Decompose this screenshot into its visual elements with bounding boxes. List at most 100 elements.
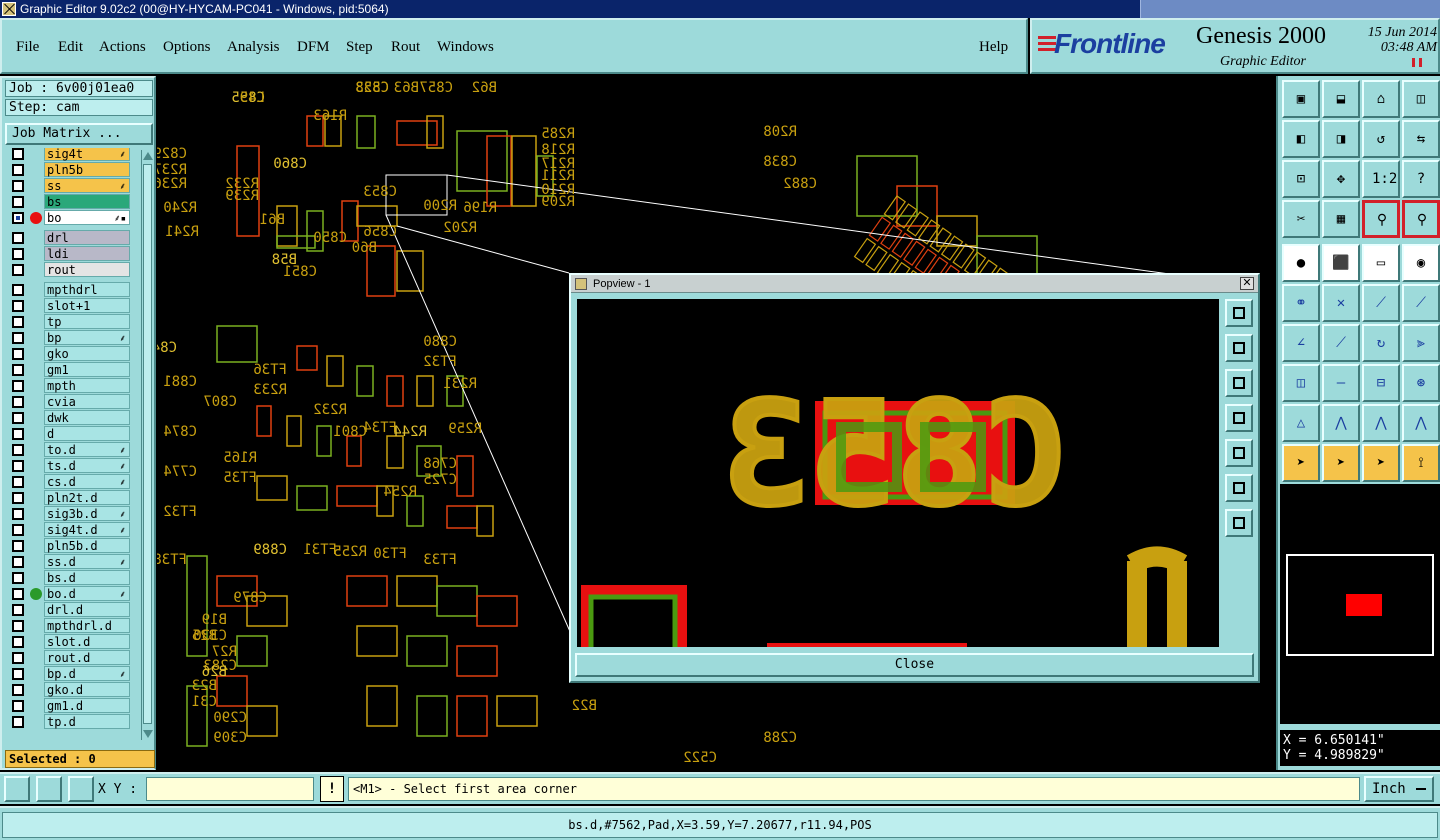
unit-select[interactable]: Inch bbox=[1364, 776, 1434, 802]
menu-file[interactable]: File bbox=[16, 39, 39, 56]
board-silkscreen-label[interactable]: B23 bbox=[192, 678, 217, 694]
board-silkscreen-label[interactable]: R285 bbox=[541, 126, 575, 142]
popview-tool-down[interactable] bbox=[1225, 369, 1253, 397]
layer-name[interactable]: drl.d bbox=[44, 602, 130, 617]
layer-row[interactable]: sig4t ⸙ bbox=[8, 148, 130, 161]
layer-name[interactable]: drl bbox=[44, 230, 130, 245]
pad-round-icon[interactable]: ◉ bbox=[1402, 244, 1440, 282]
popview-tool-right[interactable] bbox=[1225, 439, 1253, 467]
layer-name[interactable]: bs.d bbox=[44, 570, 130, 585]
layer-row[interactable]: cs.d ⸙ bbox=[8, 474, 130, 489]
layer-checkbox[interactable] bbox=[12, 700, 24, 712]
board-silkscreen-label[interactable]: R231 bbox=[443, 376, 477, 392]
layer-checkbox[interactable] bbox=[12, 716, 24, 728]
layer-row[interactable]: ss ⸙ bbox=[8, 178, 130, 193]
board-silkscreen-label[interactable]: C879 bbox=[233, 590, 267, 606]
board-silkscreen-label[interactable]: R259 bbox=[448, 421, 482, 437]
zoom-area-icon[interactable]: ⊡ bbox=[1282, 160, 1320, 198]
layer-row[interactable]: bo ⸙▪ bbox=[8, 210, 130, 225]
layer-name[interactable]: d bbox=[44, 426, 130, 441]
board-silkscreen-label[interactable]: B19 bbox=[202, 612, 227, 628]
scroll-thumb[interactable] bbox=[143, 164, 152, 724]
layer-row[interactable]: gm1 bbox=[8, 362, 130, 377]
layer-checkbox[interactable] bbox=[12, 332, 24, 344]
layer-name[interactable]: dwk bbox=[44, 410, 130, 425]
arc-icon[interactable]: ↻ bbox=[1362, 324, 1400, 362]
layer-name[interactable]: mpthdrl bbox=[44, 282, 130, 297]
board-silkscreen-label[interactable]: R196 bbox=[463, 200, 497, 216]
layer-row[interactable]: ldi bbox=[8, 246, 130, 261]
layer-name[interactable]: sig4t ⸙ bbox=[44, 148, 130, 161]
layer-checkbox[interactable] bbox=[12, 524, 24, 536]
layer-row[interactable]: gm1.d bbox=[8, 698, 130, 713]
traffic-light-icon[interactable]: ⚲ bbox=[1362, 200, 1400, 238]
zoom-home-icon[interactable]: ▣ bbox=[1282, 80, 1320, 118]
board-silkscreen-label[interactable]: C853 bbox=[363, 184, 397, 200]
layer-name[interactable]: mpth bbox=[44, 378, 130, 393]
arch-cross-icon[interactable]: ⋀ bbox=[1402, 404, 1440, 442]
board-silkscreen-label[interactable]: C31 bbox=[192, 694, 217, 710]
layer-checkbox[interactable] bbox=[12, 284, 24, 296]
layer-checkbox[interactable] bbox=[12, 460, 24, 472]
layer-checkbox[interactable] bbox=[12, 492, 24, 504]
layer-row[interactable]: bs.d bbox=[8, 570, 130, 585]
layer-name[interactable]: bo.d ⸙ bbox=[44, 586, 130, 601]
layer-name[interactable]: ldi bbox=[44, 246, 130, 261]
copy-icon[interactable]: ⊛ bbox=[1402, 364, 1440, 402]
board-silkscreen-label[interactable]: R233 bbox=[253, 382, 287, 398]
board-silkscreen-label[interactable]: B61 bbox=[260, 212, 285, 228]
layer-name[interactable]: rout.d bbox=[44, 650, 130, 665]
popview-tool-up[interactable] bbox=[1225, 334, 1253, 362]
layer-name[interactable]: pln5b.d bbox=[44, 538, 130, 553]
layer-checkbox[interactable] bbox=[12, 684, 24, 696]
layer-name[interactable]: sig4t.d ⸙ bbox=[44, 522, 130, 537]
board-silkscreen-label[interactable]: C856 bbox=[363, 224, 397, 240]
pointer-select-icon[interactable]: ➤ bbox=[1362, 444, 1400, 482]
popview-tool-left[interactable] bbox=[1225, 404, 1253, 432]
popview-zoom-graphics[interactable]: C853 bbox=[577, 299, 1219, 647]
board-silkscreen-label[interactable]: B63 bbox=[394, 80, 419, 96]
layer-row[interactable]: cvia bbox=[8, 394, 130, 409]
scroll-down-icon[interactable] bbox=[143, 730, 153, 738]
navigator-viewport[interactable] bbox=[1346, 594, 1382, 616]
xy-input[interactable] bbox=[146, 777, 314, 801]
measure-ruler-icon[interactable]: ▭ bbox=[1362, 244, 1400, 282]
board-silkscreen-label[interactable]: FT38 bbox=[157, 552, 187, 568]
layer-row[interactable]: drl.d bbox=[8, 602, 130, 617]
layer-name[interactable]: ss.d ⸙ bbox=[44, 554, 130, 569]
popview-close-icon[interactable]: ✕ bbox=[1240, 277, 1254, 290]
zoom-fit-icon[interactable]: ⬓ bbox=[1322, 80, 1360, 118]
menu-actions[interactable]: Actions bbox=[99, 39, 146, 56]
layer-name[interactable]: tp bbox=[44, 314, 130, 329]
board-silkscreen-label[interactable]: C882 bbox=[783, 176, 817, 192]
layer-name[interactable]: tp.d bbox=[44, 714, 130, 729]
board-silkscreen-label[interactable]: C774 bbox=[163, 464, 197, 480]
layer-name[interactable]: rout bbox=[44, 262, 130, 277]
layer-row[interactable]: slot.d bbox=[8, 634, 130, 649]
layer-checkbox[interactable] bbox=[12, 148, 24, 160]
layer-row[interactable]: drl bbox=[8, 230, 130, 245]
grid-snap-icon[interactable]: ▦ bbox=[1322, 200, 1360, 238]
pad-add-icon[interactable]: ● bbox=[1282, 244, 1320, 282]
layer-row[interactable]: bp ⸙ bbox=[8, 330, 130, 345]
menu-rout[interactable]: Rout bbox=[391, 39, 420, 56]
board-silkscreen-label[interactable]: R236 bbox=[157, 176, 187, 192]
board-silkscreen-label[interactable]: C768 bbox=[423, 456, 457, 472]
layer-row[interactable]: d bbox=[8, 426, 130, 441]
layer-row[interactable]: ts.d ⸙ bbox=[8, 458, 130, 473]
layer-row[interactable]: rout bbox=[8, 262, 130, 277]
layer-name[interactable]: bs bbox=[44, 194, 130, 209]
snap-icon[interactable] bbox=[4, 776, 30, 802]
layer-checkbox[interactable] bbox=[12, 364, 24, 376]
board-silkscreen-label[interactable]: FT32 bbox=[423, 354, 457, 370]
job-matrix-button[interactable]: Job Matrix ... bbox=[5, 123, 153, 145]
board-silkscreen-label[interactable]: R240 bbox=[163, 200, 197, 216]
popview-close-button[interactable]: Close bbox=[575, 653, 1254, 677]
layer-row[interactable]: slot+1 bbox=[8, 298, 130, 313]
layer-row[interactable]: sig4t.d ⸙ bbox=[8, 522, 130, 537]
layer-checkbox[interactable] bbox=[12, 476, 24, 488]
menu-help[interactable]: Help bbox=[979, 39, 1008, 56]
split-icon[interactable]: ◫ bbox=[1402, 80, 1440, 118]
layer-name[interactable]: gko.d bbox=[44, 682, 130, 697]
layer-name[interactable]: ss ⸙ bbox=[44, 178, 130, 193]
